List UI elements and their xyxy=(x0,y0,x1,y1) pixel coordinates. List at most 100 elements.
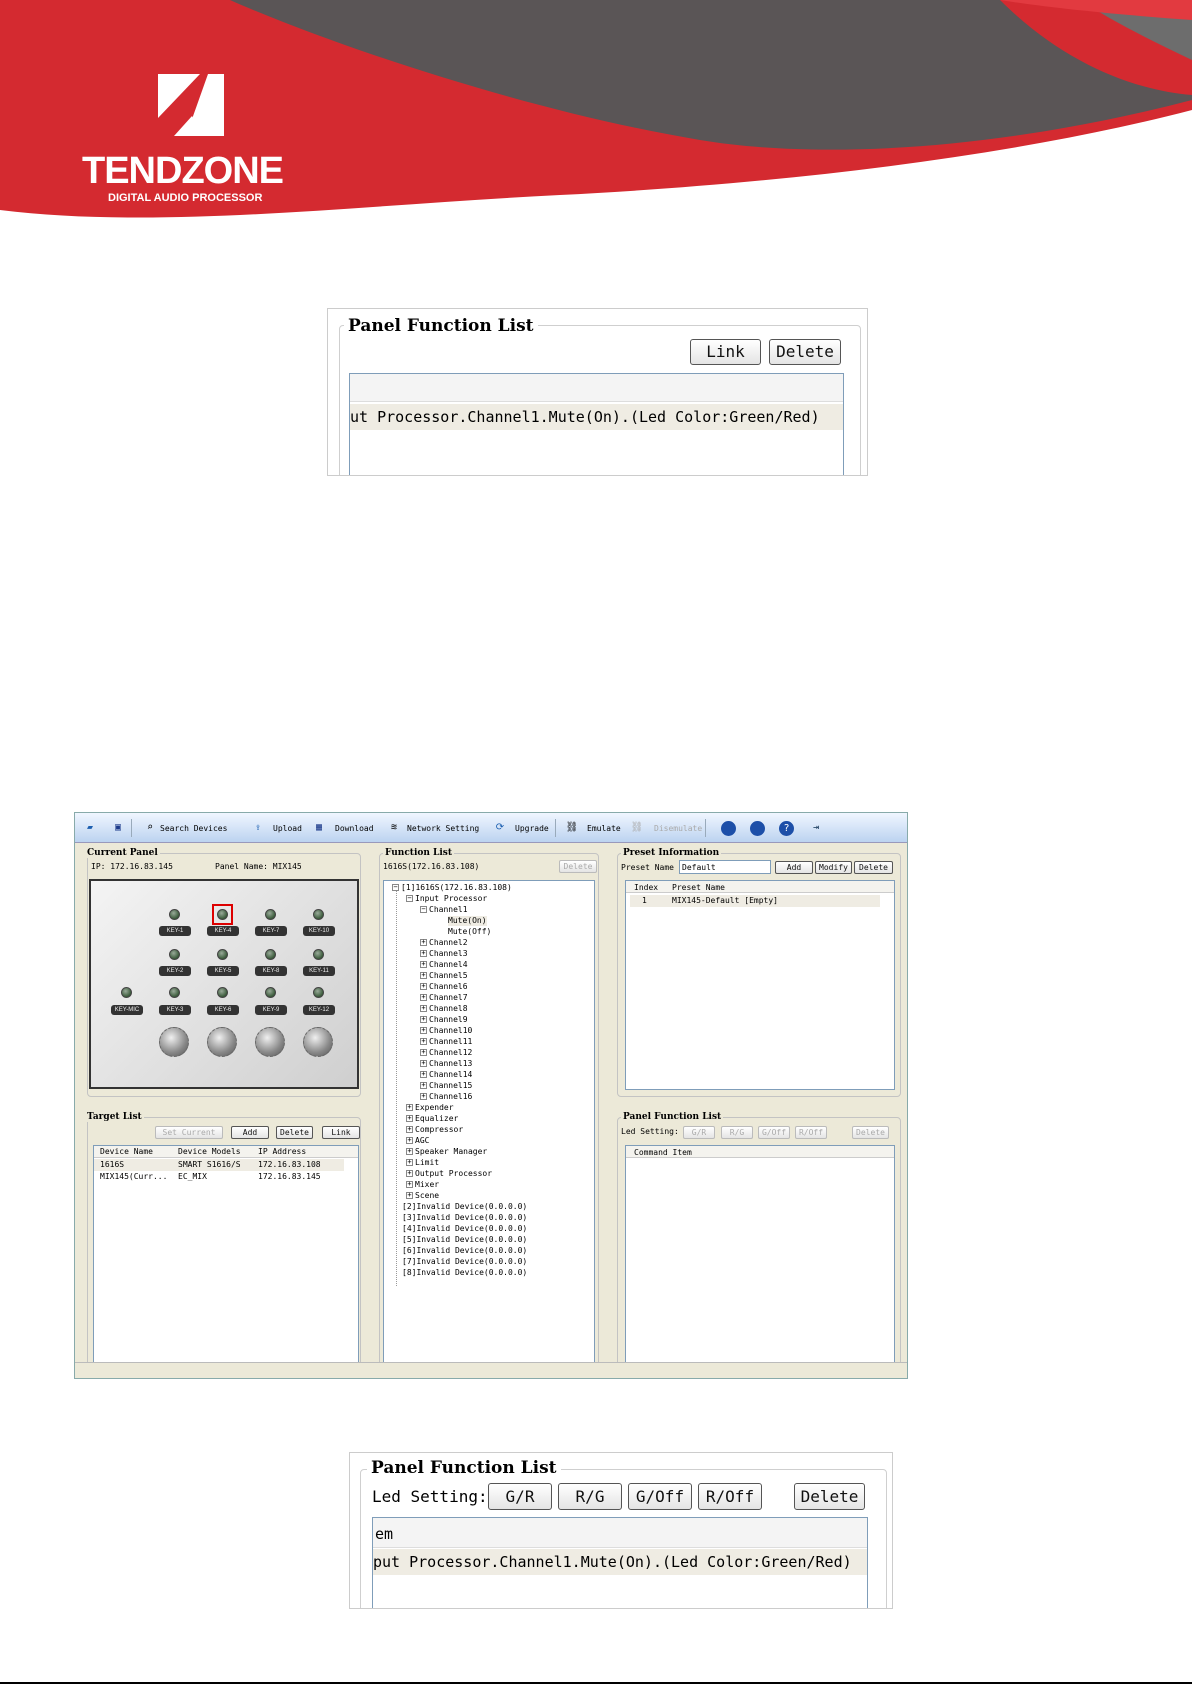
help-icon[interactable]: ? xyxy=(779,821,794,836)
tree-channel-node[interactable]: + Channel8 xyxy=(420,1004,468,1014)
tree-channel-node[interactable]: + Channel14 xyxy=(420,1070,472,1080)
column-header[interactable]: Device Name xyxy=(100,1147,153,1156)
tree-channel-node[interactable]: − Channel1 xyxy=(420,905,468,915)
preset-name-input[interactable] xyxy=(679,860,771,874)
expand-icon[interactable]: + xyxy=(420,983,427,990)
tree-channel-node[interactable]: + Channel13 xyxy=(420,1059,472,1069)
tree-leaf-node[interactable]: Mute(On) xyxy=(448,916,487,926)
expand-icon[interactable]: + xyxy=(420,1005,427,1012)
target-delete-button[interactable]: Delete xyxy=(276,1126,313,1139)
tree-category-node[interactable]: + Output Processor xyxy=(406,1169,492,1179)
led-roff-button-2[interactable]: R/Off xyxy=(698,1483,762,1510)
panel-key[interactable]: KEY-1 xyxy=(159,926,191,936)
expand-icon[interactable]: + xyxy=(420,1016,427,1023)
upgrade-button[interactable]: Upgrade xyxy=(515,824,549,833)
led-gr-button[interactable]: G/R xyxy=(683,1126,715,1139)
panel-key[interactable]: KEY-6 xyxy=(207,1005,239,1015)
expand-icon[interactable]: + xyxy=(420,1093,427,1100)
volume-knob[interactable] xyxy=(207,1027,237,1057)
tree-leaf-node[interactable]: Mute(Off) xyxy=(448,927,491,937)
column-header[interactable]: IP Address xyxy=(258,1147,306,1156)
tree-category-node[interactable]: + Mixer xyxy=(406,1180,439,1190)
expand-icon[interactable]: + xyxy=(420,950,427,957)
link-button[interactable]: Link xyxy=(690,339,761,365)
preset-add-button[interactable]: Add xyxy=(775,861,813,874)
panel-key[interactable]: KEY-3 xyxy=(159,1005,191,1015)
tree-device-node[interactable]: [2]Invalid Device(0.0.0.0) xyxy=(402,1202,527,1212)
emulate-button[interactable]: Emulate xyxy=(587,824,621,833)
tree-channel-node[interactable]: + Channel16 xyxy=(420,1092,472,1102)
tree-channel-node[interactable]: + Channel2 xyxy=(420,938,468,948)
open-folder-icon[interactable]: ▰ xyxy=(83,821,97,835)
expand-icon[interactable]: + xyxy=(420,1049,427,1056)
tree-channel-node[interactable]: + Channel3 xyxy=(420,949,468,959)
disemulate-button[interactable]: Disemulate xyxy=(654,824,702,833)
upload-button[interactable]: Upload xyxy=(273,824,302,833)
panel-key[interactable]: KEY-9 xyxy=(255,1005,287,1015)
expand-icon[interactable]: + xyxy=(406,1159,413,1166)
tree-device-node[interactable]: [5]Invalid Device(0.0.0.0) xyxy=(402,1235,527,1245)
tree-device-node[interactable]: [3]Invalid Device(0.0.0.0) xyxy=(402,1213,527,1223)
search-devices-button[interactable]: Search Devices xyxy=(160,824,227,833)
tree-channel-node[interactable]: + Channel7 xyxy=(420,993,468,1003)
column-header[interactable]: em xyxy=(375,1525,393,1543)
column-header[interactable]: Command Item xyxy=(634,1148,692,1157)
led-goff-button-2[interactable]: G/Off xyxy=(628,1483,692,1510)
column-header[interactable]: Preset Name xyxy=(672,883,725,892)
expand-icon[interactable]: + xyxy=(406,1115,413,1122)
column-header[interactable]: Device Models xyxy=(178,1147,241,1156)
led-goff-button[interactable]: G/Off xyxy=(758,1126,790,1139)
target-add-button[interactable]: Add xyxy=(231,1126,269,1139)
panel-key[interactable]: KEY-5 xyxy=(207,966,239,976)
exit-icon[interactable]: ⇥ xyxy=(809,821,823,835)
tree-category-node[interactable]: + Speaker Manager xyxy=(406,1147,487,1157)
save-icon[interactable]: ▣ xyxy=(111,821,125,835)
collapse-icon[interactable]: − xyxy=(392,884,399,891)
tree-category-node[interactable]: + Compressor xyxy=(406,1125,463,1135)
delete-button[interactable]: Delete xyxy=(769,339,841,365)
panel-key[interactable]: KEY-MIC xyxy=(111,1005,143,1015)
panel-key[interactable]: KEY-12 xyxy=(303,1005,335,1015)
tree-channel-node[interactable]: + Channel4 xyxy=(420,960,468,970)
expand-icon[interactable]: + xyxy=(406,1148,413,1155)
tree-channel-node[interactable]: + Channel11 xyxy=(420,1037,472,1047)
tree-category-node[interactable]: − Input Processor xyxy=(406,894,487,904)
tree-device-node[interactable]: [4]Invalid Device(0.0.0.0) xyxy=(402,1224,527,1234)
network-setting-button[interactable]: Network Setting xyxy=(407,824,479,833)
expand-icon[interactable]: + xyxy=(420,994,427,1001)
tree-channel-node[interactable]: + Channel15 xyxy=(420,1081,472,1091)
preset-modify-button[interactable]: Modify xyxy=(815,861,852,874)
panel-key[interactable]: KEY-4 xyxy=(207,926,239,936)
led-gr-button-2[interactable]: G/R xyxy=(488,1483,552,1510)
tree-device-node[interactable]: [7]Invalid Device(0.0.0.0) xyxy=(402,1257,527,1267)
tree-channel-node[interactable]: + Channel9 xyxy=(420,1015,468,1025)
expand-icon[interactable]: + xyxy=(420,939,427,946)
preset-delete-button[interactable]: Delete xyxy=(854,861,893,874)
expand-icon[interactable]: + xyxy=(406,1126,413,1133)
collapse-icon[interactable]: − xyxy=(420,906,427,913)
delete-button-2[interactable]: Delete xyxy=(794,1483,865,1510)
expand-icon[interactable]: + xyxy=(420,961,427,968)
panel-key[interactable]: KEY-10 xyxy=(303,926,335,936)
expand-icon[interactable]: + xyxy=(420,1060,427,1067)
tree-category-node[interactable]: + AGC xyxy=(406,1136,429,1146)
expand-icon[interactable]: + xyxy=(420,972,427,979)
tree-device-node[interactable]: [6]Invalid Device(0.0.0.0) xyxy=(402,1246,527,1256)
volume-knob[interactable] xyxy=(255,1027,285,1057)
volume-knob[interactable] xyxy=(303,1027,333,1057)
command-row-2[interactable]: put Processor.Channel1.Mute(On).(Led Col… xyxy=(373,1549,867,1575)
tree-category-node[interactable]: + Equalizer xyxy=(406,1114,458,1124)
panel-key[interactable]: KEY-7 xyxy=(255,926,287,936)
column-header[interactable]: Index xyxy=(634,883,658,892)
expand-icon[interactable]: + xyxy=(420,1082,427,1089)
function-delete-button[interactable]: Delete xyxy=(559,860,597,873)
language-icon[interactable] xyxy=(750,821,765,836)
tree-device-node[interactable]: − [1]1616S(172.16.83.108) xyxy=(392,883,512,893)
tree-channel-node[interactable]: + Channel6 xyxy=(420,982,468,992)
panel-key[interactable]: KEY-2 xyxy=(159,966,191,976)
led-rg-button-2[interactable]: R/G xyxy=(558,1483,622,1510)
volume-knob[interactable] xyxy=(159,1027,189,1057)
target-link-button[interactable]: Link xyxy=(322,1126,360,1139)
expand-icon[interactable]: + xyxy=(420,1071,427,1078)
led-roff-button[interactable]: R/Off xyxy=(795,1126,827,1139)
